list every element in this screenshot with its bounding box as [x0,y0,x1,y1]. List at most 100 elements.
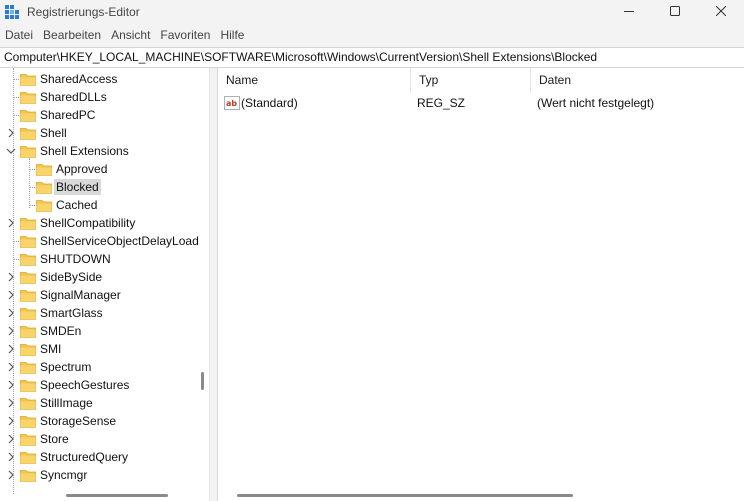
tree-item-label: Blocked [54,179,101,195]
chevron-right-icon[interactable] [6,307,16,319]
value-row[interactable]: ab (Standard) REG_SZ (Wert nicht festgel… [218,93,744,113]
folder-icon [36,198,52,212]
folder-icon [20,90,36,104]
chevron-right-icon[interactable] [6,433,16,445]
tree-item-label: ShellServiceObjectDelayLoad [40,234,199,248]
menu-bearbeiten[interactable]: Bearbeiten [38,24,106,46]
minimize-button[interactable] [606,0,652,24]
tree-item-smartglass[interactable]: SmartGlass [0,304,200,322]
tree-item-store[interactable]: Store [0,430,200,448]
menu-favoriten[interactable]: Favoriten [155,24,215,46]
value-list[interactable]: Name Typ Daten ab (Standard) REG_SZ (Wer… [217,68,744,501]
tree-item-sharedpc[interactable]: SharedPC [0,106,200,124]
tree-item-label: StructuredQuery [40,450,129,464]
address-bar[interactable]: Computer\HKEY_LOCAL_MACHINE\SOFTWARE\Mic… [0,47,744,68]
tree-item-spectrum[interactable]: Spectrum [0,358,200,376]
tree-item-shareddlls[interactable]: SharedDLLs [0,88,200,106]
chevron-right-icon[interactable] [6,271,16,283]
tree-item-label: SMDEn [40,324,82,338]
menu-hilfe[interactable]: Hilfe [215,24,249,46]
folder-icon [20,126,36,140]
chevron-right-icon[interactable] [6,379,16,391]
tree-item-label: Spectrum [40,360,92,374]
folder-icon [20,396,36,410]
tree-item-label: Approved [56,162,108,176]
tree-item-structuredquery[interactable]: StructuredQuery [0,448,200,466]
chevron-right-icon[interactable] [6,451,16,463]
tree-item-syncmgr[interactable]: Syncmgr [0,466,200,484]
key-tree[interactable]: SharedAccess SharedDLLs SharedPC Shell Shell… [0,68,210,501]
tree-item-storagesense[interactable]: StorageSense [0,412,200,430]
folder-icon [36,180,52,194]
tree-item-label: Shell Extensions [40,144,129,158]
list-horizontal-scrollbar[interactable] [237,494,573,497]
chevron-right-icon[interactable] [6,289,16,301]
folder-icon [20,342,36,356]
tree-item-shellserviceobjectdelayload[interactable]: ShellServiceObjectDelayLoad [0,232,200,250]
chevron-right-icon[interactable] [6,397,16,409]
folder-icon [20,216,36,230]
menu-bar: Datei Bearbeiten Ansicht Favoriten Hilfe [0,24,744,46]
chevron-right-icon[interactable] [6,127,16,139]
folder-icon [20,108,36,122]
tree-item-label: SpeechGestures [40,378,130,392]
folder-icon [20,144,36,158]
folder-icon [20,450,36,464]
tree-guide-line [29,158,30,208]
chevron-down-icon[interactable] [6,145,16,157]
chevron-right-icon[interactable] [6,343,16,355]
menu-datei[interactable]: Datei [0,24,38,46]
chevron-right-icon[interactable] [6,217,16,229]
tree-item-smden[interactable]: SMDEn [0,322,200,340]
tree-item-label: Store [40,432,69,446]
close-button[interactable] [698,0,744,24]
folder-icon [20,252,36,266]
tree-item-sharedaccess[interactable]: SharedAccess [0,70,200,88]
list-header: Name Typ Daten [218,68,744,93]
window-title: Registrierungs-Editor [27,5,140,19]
tree-item-shell[interactable]: Shell [0,124,200,142]
tree-item-label: SignalManager [40,288,121,302]
tree-item-sidebyside[interactable]: SideBySide [0,268,200,286]
tree-item-label: SharedPC [40,108,96,122]
minimize-icon [624,11,634,12]
folder-icon [20,234,36,248]
folder-icon [20,360,36,374]
tree-vertical-scrollbar[interactable] [201,372,204,390]
folder-icon [20,288,36,302]
chevron-right-icon[interactable] [6,469,16,481]
maximize-button[interactable] [652,0,698,24]
tree-item-smi[interactable]: SMI [0,340,200,358]
tree-item-signalmanager[interactable]: SignalManager [0,286,200,304]
tree-item-label: SharedAccess [40,72,118,86]
tree-item-label: Shell [40,126,67,140]
tree-item-approved[interactable]: Approved [0,160,200,178]
folder-icon [20,468,36,482]
menu-ansicht[interactable]: Ansicht [106,24,155,46]
column-header-name[interactable]: Name [218,68,411,93]
chevron-right-icon[interactable] [6,361,16,373]
column-header-data[interactable]: Daten [531,68,744,93]
column-header-type[interactable]: Typ [411,68,531,93]
tree-item-shell-extensions[interactable]: Shell Extensions [0,142,200,160]
tree-item-label: StorageSense [40,414,117,428]
tree-item-label: ShellCompatibility [40,216,136,230]
tree-item-label: Cached [56,198,98,212]
tree-item-stillimage[interactable]: StillImage [0,394,200,412]
folder-icon [20,414,36,428]
tree-item-label: StillImage [40,396,93,410]
tree-item-label: SmartGlass [40,306,103,320]
tree-item-blocked[interactable]: Blocked [0,178,200,196]
tree-item-shellcompatibility[interactable]: ShellCompatibility [0,214,200,232]
folder-icon [20,72,36,86]
value-name: (Standard) [241,96,298,110]
tree-item-speechgestures[interactable]: SpeechGestures [0,376,200,394]
tree-item-shutdown[interactable]: SHUTDOWN [0,250,200,268]
tree-item-cached[interactable]: Cached [0,196,200,214]
tree-horizontal-scrollbar[interactable] [66,494,168,497]
tree-item-label: SHUTDOWN [40,252,111,266]
chevron-right-icon[interactable] [6,415,16,427]
string-value-icon: ab [224,96,240,110]
chevron-right-icon[interactable] [6,325,16,337]
tree-item-label: SideBySide [40,270,103,284]
